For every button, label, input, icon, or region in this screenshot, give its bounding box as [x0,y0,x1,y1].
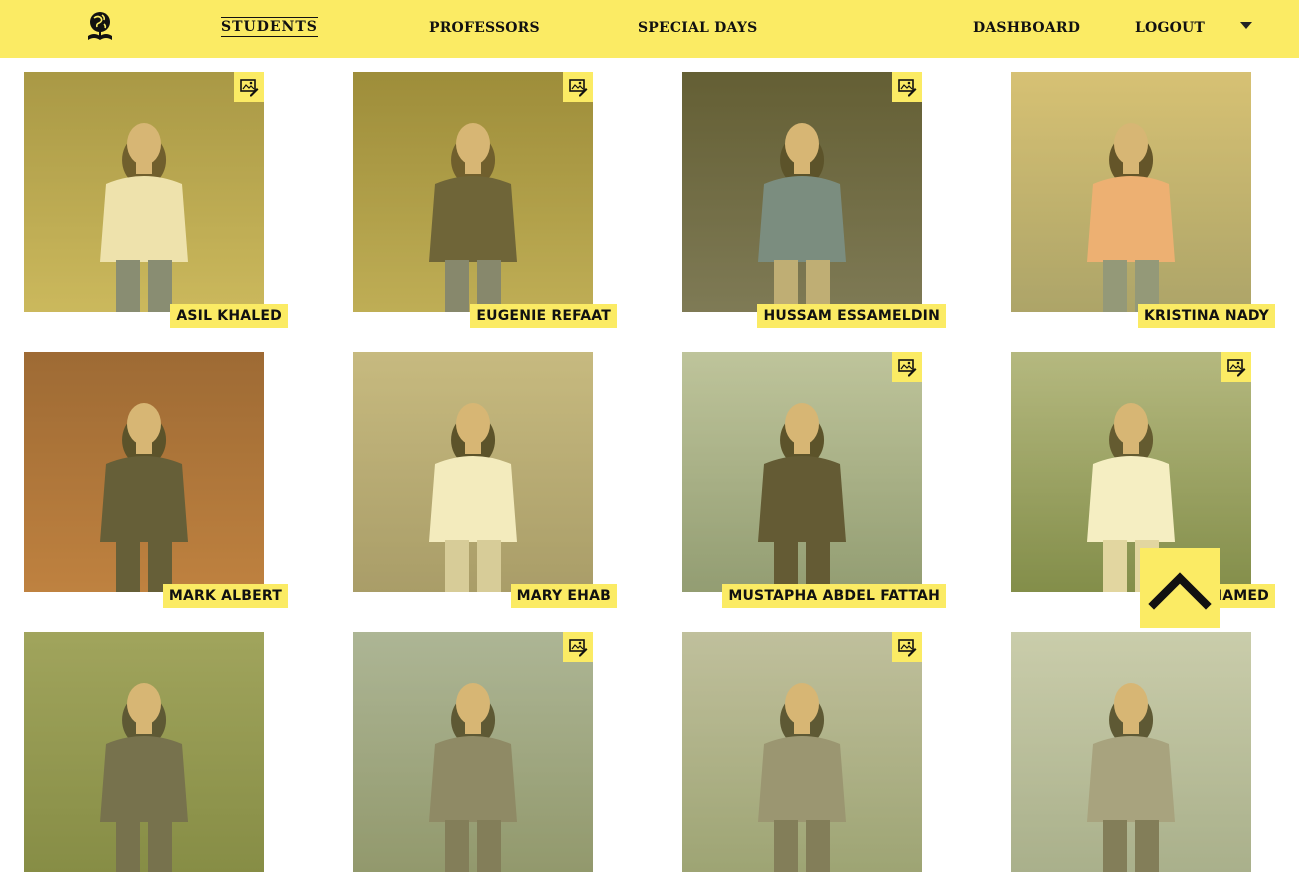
student-card[interactable]: MARY EHAB [353,352,617,612]
edit-photo-button[interactable] [892,72,922,102]
student-card[interactable]: MARK ALBERT [24,352,288,612]
student-name-label[interactable]: ASIL KHALED [170,304,288,328]
edit-photo-icon [898,79,917,97]
edit-photo-icon [240,79,259,97]
nav-logout[interactable]: LOGOUT [1135,20,1205,36]
student-photo[interactable] [682,352,922,592]
scroll-to-top-button[interactable] [1140,548,1220,628]
edit-photo-button[interactable] [234,72,264,102]
edit-photo-button[interactable] [892,632,922,662]
nav-dashboard[interactable]: DASHBOARD [973,20,1080,36]
chevron-up-icon [1148,572,1212,610]
edit-photo-icon [569,639,588,657]
nav-special-days[interactable]: SPECIAL DAYS [638,20,757,36]
student-photo[interactable] [682,632,922,872]
student-name-label[interactable]: MARY EHAB [510,584,617,608]
student-name-label[interactable]: MARK ALBERT [162,584,288,608]
edit-photo-icon [898,639,917,657]
edit-photo-button[interactable] [563,632,593,662]
nav-students[interactable]: STUDENTS [221,17,318,37]
student-photo[interactable] [682,72,922,312]
student-photo[interactable] [1011,632,1251,872]
caret-down-icon[interactable] [1240,22,1252,29]
student-card[interactable]: MUSTAPHA ABDEL FATTAH [682,352,946,612]
edit-photo-icon [898,359,917,377]
student-card[interactable]: ASIL KHALED [24,72,288,332]
student-card[interactable]: EUGENIE REFAAT [353,72,617,332]
edit-photo-icon [569,79,588,97]
student-card[interactable] [353,632,617,892]
student-photo[interactable] [24,352,264,592]
student-photo[interactable] [1011,72,1251,312]
edit-photo-button[interactable] [563,72,593,102]
edit-photo-button[interactable] [1221,352,1251,382]
globe-book-logo-icon[interactable] [86,10,114,44]
student-photo[interactable] [353,632,593,872]
edit-photo-button[interactable] [892,352,922,382]
student-card[interactable] [682,632,946,892]
student-card[interactable] [24,632,288,892]
edit-photo-icon [1227,359,1246,377]
student-card[interactable]: KRISTINA NADY [1011,72,1275,332]
student-name-label[interactable]: MUSTAPHA ABDEL FATTAH [722,584,946,608]
student-name-label[interactable]: EUGENIE REFAAT [470,304,617,328]
student-photo[interactable] [24,632,264,872]
nav-professors[interactable]: PROFESSORS [429,20,540,36]
student-name-label[interactable]: HUSSAM ESSAMELDIN [757,304,946,328]
student-photo[interactable] [353,352,593,592]
student-card[interactable] [1011,632,1275,892]
student-card[interactable]: HUSSAM ESSAMELDIN [682,72,946,332]
student-photo[interactable] [353,72,593,312]
top-navbar: STUDENTS PROFESSORS SPECIAL DAYS DASHBOA… [0,0,1299,58]
student-photo[interactable] [24,72,264,312]
student-name-label[interactable]: KRISTINA NADY [1138,304,1275,328]
